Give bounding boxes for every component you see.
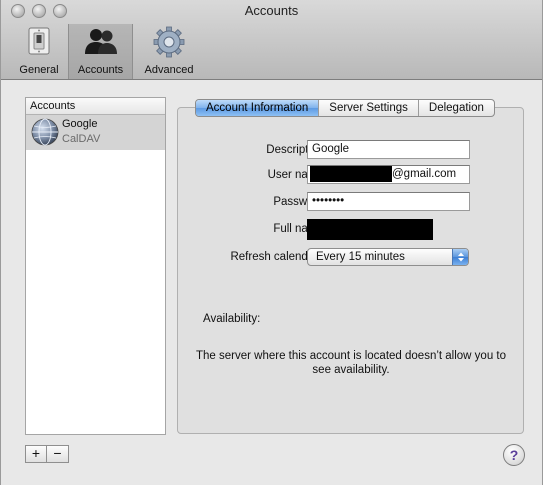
accounts-list[interactable]: Accounts Google CalDAV — [25, 97, 166, 435]
window-title: Accounts — [244, 3, 299, 18]
toolbar-advanced[interactable]: Advanced — [138, 24, 200, 79]
light-switch-icon — [24, 26, 54, 59]
password-field[interactable]: •••••••• — [307, 192, 470, 211]
account-row-google[interactable]: Google CalDAV — [26, 115, 165, 150]
account-buttons: + − — [25, 445, 69, 463]
username-field[interactable]: @gmail.com — [307, 165, 470, 184]
tab-account-information[interactable]: Account Information — [196, 100, 319, 116]
account-name: Google — [62, 118, 98, 130]
username-suffix: @gmail.com — [392, 168, 457, 180]
toolbar-accounts-label: Accounts — [77, 64, 124, 76]
accounts-list-header: Accounts — [26, 98, 165, 115]
account-type: CalDAV — [62, 133, 101, 145]
tab-delegation[interactable]: Delegation — [417, 100, 494, 116]
remove-account-button[interactable]: − — [47, 445, 69, 463]
description-field[interactable]: Google — [307, 140, 470, 159]
toolbar-general-label: General — [19, 64, 59, 76]
updown-arrows-icon — [452, 249, 468, 265]
toolbar-general[interactable]: General — [13, 24, 65, 79]
refresh-calendars-select[interactable]: Every 15 minutes — [307, 248, 469, 266]
preferences-content: Accounts Google CalDAV + − Account Infor… — [1, 80, 542, 485]
redacted-username — [310, 166, 392, 182]
title-bar: Accounts General Accounts Advanced — [1, 0, 542, 80]
preferences-window: Accounts General Accounts Advanced Accou… — [0, 0, 543, 485]
availability-label: Availability: — [203, 313, 261, 325]
fullname-field-redacted[interactable] — [307, 219, 433, 240]
gear-icon — [153, 26, 185, 61]
toolbar-accounts[interactable]: Accounts — [68, 24, 133, 79]
refresh-calendars-value: Every 15 minutes — [316, 251, 405, 263]
add-account-button[interactable]: + — [25, 445, 47, 463]
tab-server-settings[interactable]: Server Settings — [318, 100, 418, 116]
globe-icon — [31, 118, 59, 149]
people-icon — [84, 26, 118, 59]
toolbar-advanced-label: Advanced — [144, 64, 194, 76]
availability-message: The server where this account is located… — [181, 349, 521, 377]
availability-message-line2: see availability. — [312, 364, 390, 376]
help-button[interactable]: ? — [503, 444, 525, 466]
account-tabs: Account Information Server Settings Dele… — [195, 99, 495, 117]
availability-message-line1: The server where this account is located… — [195, 350, 507, 362]
